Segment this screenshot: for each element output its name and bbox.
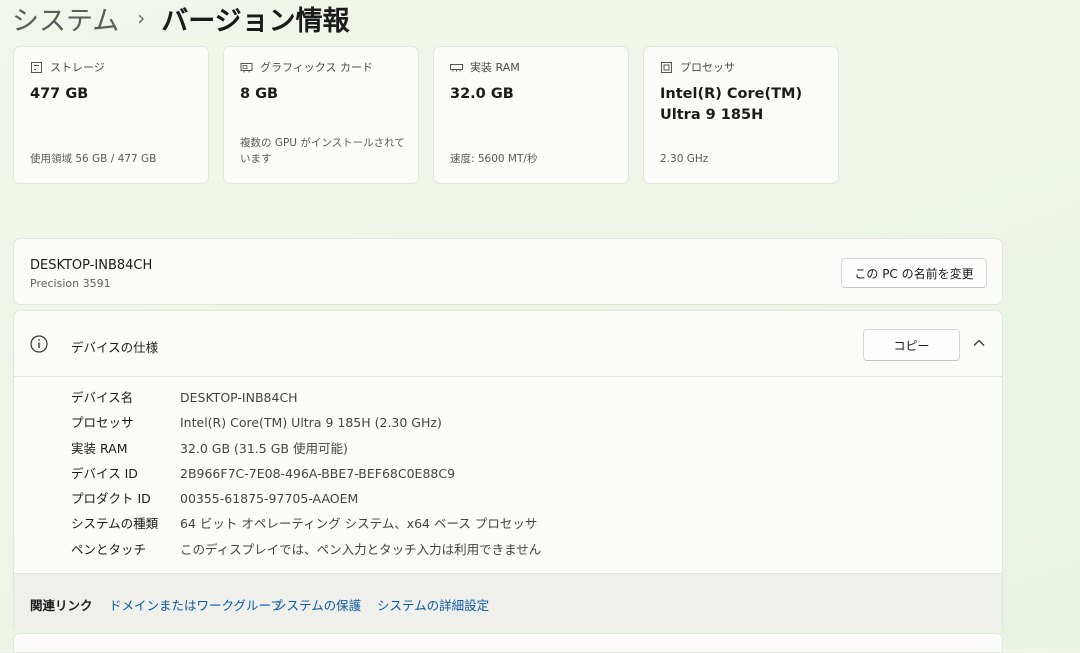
domain-workgroup-link[interactable]: ドメインまたはワークグループ <box>109 595 283 614</box>
processor-label: プロセッサ <box>680 61 735 74</box>
spec-label: ペンとタッチ <box>71 541 147 557</box>
related-links-title: 関連リンク <box>30 598 93 613</box>
copy-button[interactable]: コピー <box>863 329 960 361</box>
storage-icon <box>31 61 42 73</box>
page-title: バージョン情報 <box>161 5 350 37</box>
advanced-system-settings-link[interactable]: システムの詳細設定 <box>377 595 489 614</box>
spec-value: DESKTOP-INB84CH <box>180 390 298 405</box>
spec-label: システムの種類 <box>71 516 159 532</box>
spec-label: 実装 RAM <box>71 440 128 456</box>
graphics-card-icon <box>240 62 253 72</box>
breadcrumb: システム › バージョン情報 <box>12 0 350 38</box>
graphics-note: 複数の GPU がインストールされています <box>240 137 405 165</box>
ram-icon <box>450 63 463 71</box>
spec-label: プロセッサ <box>71 415 134 431</box>
device-spec-title: デバイスの仕様 <box>71 340 159 355</box>
spec-label: デバイス名 <box>71 390 134 405</box>
spec-value: このディスプレイでは、ペン入力とタッチ入力は利用できません <box>180 541 542 557</box>
graphics-label: グラフィックス カード <box>260 61 373 74</box>
graphics-card: グラフィックス カード 8 GB 複数の GPU がインストールされています <box>223 46 419 184</box>
storage-value: 477 GB <box>30 86 89 102</box>
spec-value: 2B966F7C-7E08-496A-BBE7-BEF68C0E88C9 <box>180 465 456 481</box>
storage-usage: 使用領域 56 GB / 477 GB <box>30 153 157 165</box>
breadcrumb-parent[interactable]: システム <box>12 0 119 38</box>
info-icon <box>30 335 48 353</box>
system-protection-link[interactable]: システムの保護 <box>274 595 361 614</box>
processor-clock: 2.30 GHz <box>660 153 709 165</box>
spec-value: 64 ビット オペレーティング システム、x64 ベース プロセッサ <box>180 516 538 532</box>
storage-card: ストレージ 477 GB 使用領域 56 GB / 477 GB <box>13 46 209 184</box>
processor-icon <box>661 61 672 73</box>
spec-value: 00355-61875-97705-AAOEM <box>180 491 359 507</box>
device-spec-panel: デバイスの仕様 コピー デバイス名 DESKTOP-INB84CH プロセッサ … <box>13 310 1003 631</box>
ram-speed: 速度: 5600 MT/秒 <box>450 153 538 165</box>
chevron-up-icon[interactable] <box>971 335 987 351</box>
device-model: Precision 3591 <box>30 277 111 290</box>
device-name-panel: DESKTOP-INB84CH Precision 3591 この PC の名前… <box>13 238 1003 305</box>
device-name: DESKTOP-INB84CH <box>30 258 153 273</box>
ram-value: 32.0 GB <box>450 86 514 102</box>
related-links-bar: 関連リンク ドメインまたはワークグループ システムの保護 システムの詳細設定 <box>14 573 1002 631</box>
next-section-panel <box>13 633 1003 653</box>
processor-value: Intel(R) Core(TM) Ultra 9 185H <box>660 86 803 123</box>
spec-value: 32.0 GB (31.5 GB 使用可能) <box>180 440 348 456</box>
ram-card: 実装 RAM 32.0 GB 速度: 5600 MT/秒 <box>433 46 629 184</box>
device-spec-header[interactable]: デバイスの仕様 コピー <box>14 311 1002 377</box>
graphics-value: 8 GB <box>240 86 279 102</box>
spec-label: デバイス ID <box>71 465 138 481</box>
breadcrumb-separator: › <box>137 6 146 30</box>
ram-label: 実装 RAM <box>470 61 520 74</box>
spec-value: Intel(R) Core(TM) Ultra 9 185H (2.30 GHz… <box>180 415 442 431</box>
rename-pc-button[interactable]: この PC の名前を変更 <box>841 258 987 288</box>
spec-label: プロダクト ID <box>71 491 151 507</box>
storage-label: ストレージ <box>50 61 105 74</box>
processor-card: プロセッサ Intel(R) Core(TM) Ultra 9 185H 2.3… <box>643 46 839 184</box>
